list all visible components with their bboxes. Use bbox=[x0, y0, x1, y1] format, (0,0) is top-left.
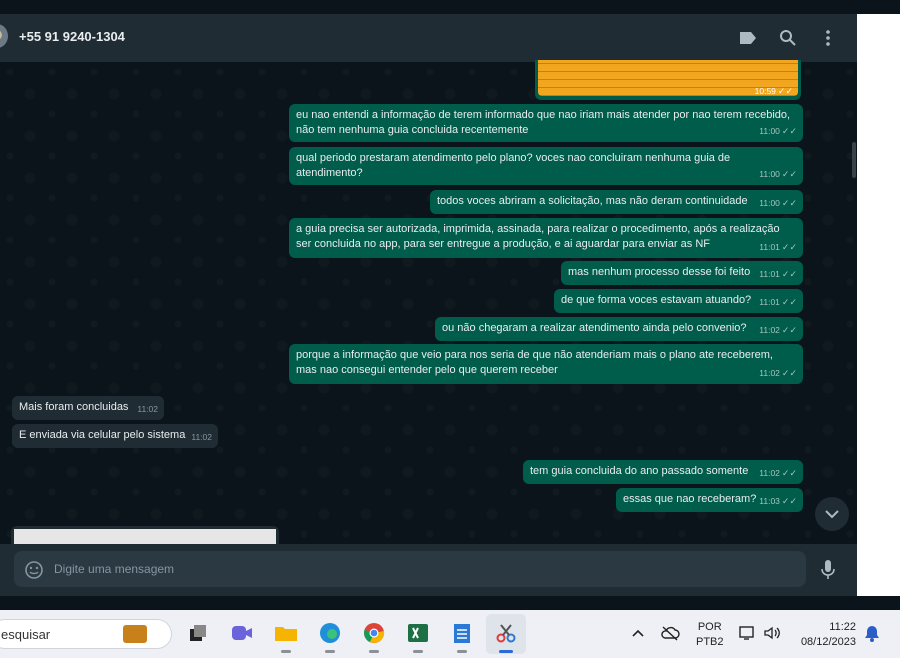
scroll-down-button[interactable] bbox=[815, 497, 849, 531]
read-ticks-icon: ✓✓ bbox=[781, 496, 797, 506]
chevron-up-icon[interactable] bbox=[624, 619, 652, 647]
message-bubble[interactable]: tem guia concluida do ano passado soment… bbox=[523, 460, 803, 484]
taskbar-search-text: esquisar bbox=[1, 627, 51, 642]
message-placeholder[interactable]: Digite uma mensagem bbox=[54, 562, 174, 576]
search-icon[interactable] bbox=[776, 26, 800, 50]
notepad-icon[interactable] bbox=[448, 619, 476, 653]
input-language[interactable]: POR PTB2 bbox=[696, 620, 724, 650]
message-meta: 11:01 ✓✓ bbox=[759, 269, 797, 279]
read-ticks-icon: ✓✓ bbox=[781, 198, 797, 208]
file-explorer-icon[interactable] bbox=[272, 619, 300, 653]
keyboard-layout: PTB2 bbox=[696, 636, 724, 648]
message-bubble[interactable]: qual periodo prestaram atendimento pelo … bbox=[289, 147, 803, 185]
chat-header[interactable]: +55 91 9240-1304 bbox=[0, 14, 857, 62]
system-clock[interactable]: 11:22 08/12/2023 bbox=[796, 620, 856, 650]
read-ticks-icon: ✓✓ bbox=[781, 126, 797, 136]
desktop-gap bbox=[0, 596, 900, 610]
snipping-tool-icon[interactable] bbox=[492, 619, 520, 653]
message-bubble[interactable]: a guia precisa ser autorizada, imprimida… bbox=[289, 218, 803, 258]
chrome-icon[interactable] bbox=[360, 619, 388, 653]
message-text: E enviada via celular pelo sistema bbox=[19, 429, 186, 441]
message-meta: 11:02 bbox=[191, 432, 212, 442]
clock-date: 08/12/2023 bbox=[800, 636, 856, 648]
message-meta: 11:00 ✓✓ bbox=[759, 126, 797, 136]
desktop-background bbox=[857, 14, 900, 610]
read-ticks-icon: ✓✓ bbox=[781, 368, 797, 378]
message-text: tem guia concluida do ano passado soment… bbox=[530, 465, 749, 477]
contact-avatar[interactable] bbox=[0, 24, 8, 48]
menu-icon[interactable] bbox=[816, 26, 840, 50]
message-bubble[interactable]: Mais foram concluidas 11:02 bbox=[12, 396, 164, 420]
message-meta: 11:02 ✓✓ bbox=[759, 325, 797, 335]
excel-icon[interactable] bbox=[404, 619, 432, 653]
top-strip bbox=[0, 0, 900, 14]
chevron-down-icon bbox=[825, 510, 839, 519]
notification-bell-icon[interactable] bbox=[858, 619, 886, 647]
image-message[interactable]: 10:59 ✓✓ bbox=[535, 60, 801, 100]
message-meta: 11:02 bbox=[137, 404, 158, 414]
message-text: qual periodo prestaram atendimento pelo … bbox=[296, 152, 731, 179]
message-composer: Digite uma mensagem bbox=[0, 544, 857, 596]
message-time: 10:59 ✓✓ bbox=[754, 86, 793, 96]
message-text: eu nao entendi a informação de terem inf… bbox=[296, 109, 791, 136]
message-text: porque a informação que veio para nos se… bbox=[296, 349, 773, 376]
briefcase-icon bbox=[123, 625, 147, 643]
meet-icon[interactable] bbox=[228, 619, 256, 647]
cloud-offline-icon[interactable] bbox=[656, 619, 684, 647]
read-ticks-icon: ✓✓ bbox=[781, 325, 797, 335]
taskbar-search[interactable]: esquisar bbox=[0, 619, 172, 649]
language-code: POR bbox=[697, 621, 722, 633]
chat-area[interactable]: 10:59 ✓✓ eu nao entendi a informação de t… bbox=[0, 60, 857, 548]
read-ticks-icon: ✓✓ bbox=[781, 468, 797, 478]
read-ticks-icon: ✓✓ bbox=[781, 242, 797, 252]
message-bubble[interactable]: E enviada via celular pelo sistema 11:02 bbox=[12, 424, 218, 448]
edge-icon[interactable] bbox=[316, 619, 344, 653]
message-meta: 11:01 ✓✓ bbox=[759, 242, 797, 252]
message-text: Mais foram concluidas bbox=[19, 401, 129, 413]
message-bubble[interactable]: porque a informação que veio para nos se… bbox=[289, 344, 803, 384]
message-text: ou não chegaram a realizar atendimento a… bbox=[442, 322, 747, 334]
message-meta: 11:03 ✓✓ bbox=[759, 496, 797, 506]
message-bubble[interactable]: eu nao entendi a informação de terem inf… bbox=[289, 104, 803, 142]
read-ticks-icon: ✓✓ bbox=[781, 269, 797, 279]
message-meta: 11:02 ✓✓ bbox=[759, 468, 797, 478]
emoji-icon[interactable] bbox=[24, 560, 44, 585]
label-icon[interactable] bbox=[736, 26, 760, 50]
taskbar: esquisar POR PTB2 11:22 08/12/2023 bbox=[0, 610, 900, 658]
contact-name[interactable]: +55 91 9240-1304 bbox=[19, 29, 125, 44]
message-bubble[interactable]: de que forma voces estavam atuando? 11:0… bbox=[554, 289, 803, 313]
message-bubble[interactable]: todos voces abriram a solicitação, mas n… bbox=[430, 190, 803, 214]
message-text: a guia precisa ser autorizada, imprimida… bbox=[296, 223, 780, 250]
message-meta: 11:00 ✓✓ bbox=[759, 169, 797, 179]
volume-icon[interactable] bbox=[758, 619, 786, 647]
message-meta: 11:01 ✓✓ bbox=[759, 297, 797, 307]
read-ticks-icon: ✓✓ bbox=[781, 297, 797, 307]
message-bubble[interactable]: ou não chegaram a realizar atendimento a… bbox=[435, 317, 803, 341]
message-meta: 11:00 ✓✓ bbox=[759, 198, 797, 208]
chat-window: +55 91 9240-1304 10:59 ✓✓ eu nao entendi … bbox=[0, 14, 857, 596]
microphone-icon[interactable] bbox=[819, 559, 837, 586]
chat-scrollbar[interactable] bbox=[852, 142, 856, 178]
message-meta: 11:02 ✓✓ bbox=[759, 368, 797, 378]
message-bubble[interactable]: mas nenhum processo desse foi feito 11:0… bbox=[561, 261, 803, 285]
message-text: todos voces abriram a solicitação, mas n… bbox=[437, 195, 748, 207]
task-view-icon[interactable] bbox=[184, 619, 212, 647]
clock-time: 11:22 bbox=[829, 621, 856, 633]
read-ticks-icon: ✓✓ bbox=[781, 169, 797, 179]
message-bubble[interactable]: essas que nao receberam? 11:03 ✓✓ bbox=[616, 488, 803, 512]
